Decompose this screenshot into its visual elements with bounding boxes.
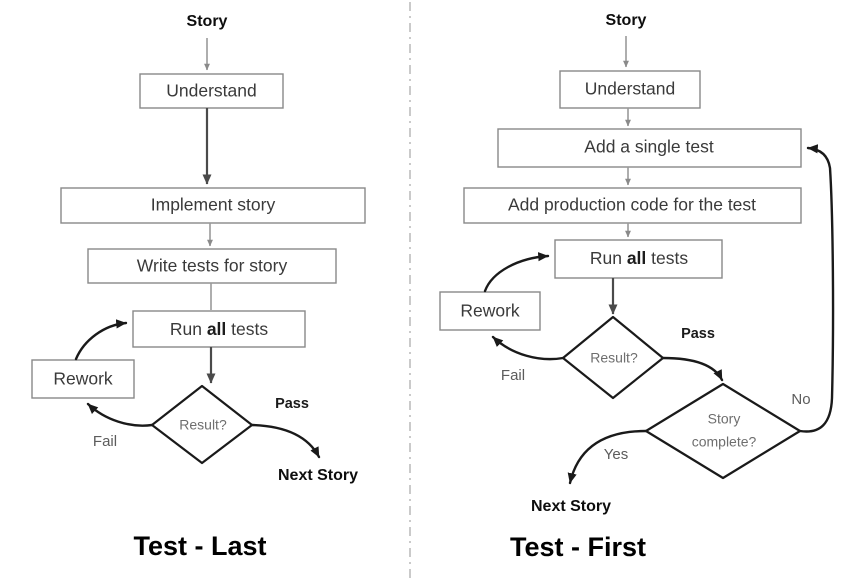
edge-result-fail-to-rework-first — [491, 335, 565, 361]
panel-test-first: Story Understand Add a single test Add p… — [439, 12, 835, 562]
svg-text:Story: Story — [708, 411, 741, 427]
node-write-tests-for-story: Write tests for story — [87, 248, 337, 284]
svg-text:Run all tests: Run all tests — [590, 248, 689, 268]
node-rework-test-last: Rework — [31, 359, 135, 399]
svg-text:Write tests for story: Write tests for story — [137, 256, 288, 276]
node-story-complete-decision: Story complete? — [644, 382, 802, 480]
edge-result-pass-to-next-story — [250, 423, 321, 459]
flowchart-svg: Story Understand Implement story Write t… — [31, 2, 835, 581]
svg-text:Implement story: Implement story — [151, 195, 276, 215]
edge-label-fail-test-last: Fail — [93, 433, 117, 450]
edge-rework-to-run-tests — [74, 319, 128, 361]
svg-text:Result?: Result? — [179, 417, 227, 433]
node-result-decision-test-first: Result? — [561, 315, 665, 400]
edge-label-fail-test-first: Fail — [501, 367, 525, 384]
svg-text:Understand: Understand — [585, 79, 675, 99]
svg-text:Result?: Result? — [590, 350, 638, 366]
start-label-test-first: Story — [606, 12, 647, 29]
svg-text:Run all tests: Run all tests — [170, 319, 269, 339]
node-run-all-tests-test-first: Run all tests — [554, 239, 723, 279]
node-implement-story: Implement story — [60, 187, 366, 224]
node-add-a-single-test: Add a single test — [497, 128, 802, 168]
node-add-production-code: Add production code for the test — [463, 187, 802, 224]
end-label-test-first: Next Story — [531, 498, 611, 515]
panel-test-last: Story Understand Implement story Write t… — [31, 13, 366, 561]
edge-result-fail-to-rework — [86, 402, 154, 427]
flowchart-figure: Story Understand Implement story Write t… — [0, 0, 850, 583]
svg-text:Add a single test: Add a single test — [584, 137, 714, 157]
svg-text:complete?: complete? — [692, 434, 757, 450]
node-rework-test-first: Rework — [439, 291, 541, 331]
edge-label-pass-test-first: Pass — [681, 326, 715, 342]
edge-label-no: No — [791, 391, 810, 408]
end-label-test-last: Next Story — [278, 467, 358, 484]
svg-text:Understand: Understand — [166, 81, 256, 101]
start-label-test-last: Story — [187, 13, 228, 30]
svg-text:Rework: Rework — [460, 301, 520, 321]
panel-title-test-first: Test - First — [510, 532, 646, 562]
node-understand-test-first: Understand — [559, 70, 701, 109]
node-run-all-tests-test-last: Run all tests — [132, 310, 306, 348]
svg-text:Rework: Rework — [53, 369, 113, 389]
edge-label-yes: Yes — [604, 446, 628, 463]
node-understand-test-last: Understand — [139, 73, 284, 109]
edge-result-pass-to-story-complete — [661, 356, 724, 382]
panel-title-test-last: Test - Last — [133, 531, 266, 561]
svg-text:Add production code for the te: Add production code for the test — [508, 195, 756, 215]
edge-rework-to-run-tests-first — [483, 252, 550, 293]
edge-label-pass-test-last: Pass — [275, 396, 309, 412]
edge-story-complete-no-to-add-single-test — [798, 144, 835, 433]
node-result-decision-test-last: Result? — [150, 384, 254, 465]
